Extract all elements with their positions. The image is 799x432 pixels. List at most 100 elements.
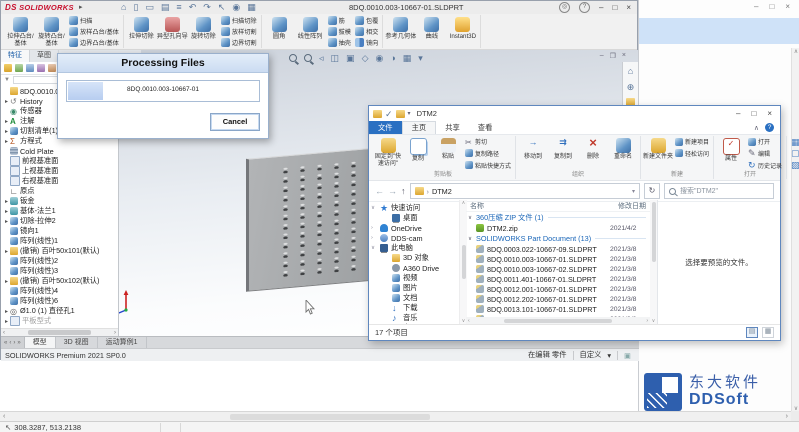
scroll-right-icon[interactable]: ›	[786, 413, 788, 420]
ribbon-button[interactable]: 固定到"快速访问"	[373, 136, 403, 171]
file-group-header[interactable]: ∨ 360压缩 ZIP 文件 (1)	[466, 212, 650, 223]
refresh-icon[interactable]: ↻	[644, 183, 660, 199]
nav-item[interactable]: › DDS-cam	[369, 233, 459, 243]
column-date[interactable]: 修改日期	[618, 201, 646, 211]
expand-arrow-icon[interactable]: ▸	[3, 318, 10, 325]
tag-icon[interactable]: ▣	[624, 351, 631, 360]
details-view-icon[interactable]: ▤	[746, 327, 758, 338]
ribbon-button[interactable]: 旋转切除	[188, 15, 219, 48]
close-icon[interactable]: ×	[767, 109, 772, 118]
ribbon-button[interactable]: 编辑	[746, 148, 784, 160]
address-caret-icon[interactable]: ▾	[632, 188, 635, 195]
ribbon-button[interactable]: 历史记录	[746, 159, 784, 171]
expand-arrow-icon[interactable]: ▸	[3, 198, 10, 205]
redo-icon[interactable]: ↷	[203, 2, 211, 12]
minimize-icon[interactable]: –	[599, 3, 603, 12]
tree-item[interactable]: Cold Plate	[1, 146, 118, 156]
expand-icon[interactable]: ∨	[371, 245, 377, 251]
tree-item[interactable]: ▸ (撤销) 百叶50x102(默认)	[1, 276, 118, 286]
expand-arrow-icon[interactable]: ▸	[3, 248, 10, 255]
tree-item[interactable]: ▸ 基体-法兰1	[1, 206, 118, 216]
file-row[interactable]: 8DQ.0010.003-10667-02.SLDPRT 2021/3/8	[466, 264, 650, 274]
tree-item[interactable]: 阵列(线性)1	[1, 236, 118, 246]
feature-manager-tab-icon[interactable]	[4, 64, 12, 72]
file-row[interactable]: 8DQ.0010.003-10667-01.SLDPRT 2021/3/8	[466, 254, 650, 264]
undo-icon[interactable]: ↶	[189, 2, 197, 12]
command-tab[interactable]: 草图	[30, 50, 59, 62]
column-name[interactable]: 名称	[470, 201, 484, 211]
new-document-icon[interactable]: ▯	[133, 2, 138, 12]
zoom-fit-icon[interactable]	[289, 54, 297, 62]
tree-item[interactable]: 原点	[1, 186, 118, 196]
file-row[interactable]: DTM2.zip 2021/4/2	[466, 223, 650, 233]
maximize-icon[interactable]: □	[751, 109, 756, 118]
tree-scrollbar-horizontal[interactable]: ‹ ›	[1, 328, 118, 336]
minimize-icon[interactable]: –	[736, 109, 740, 118]
rebuild-icon[interactable]: ◉	[232, 2, 240, 12]
tree-item[interactable]: 阵列(线性)6	[1, 296, 118, 306]
expand-arrow-icon[interactable]: ▸	[3, 128, 10, 135]
user-account-icon[interactable]: ◎	[559, 2, 570, 13]
ribbon-button[interactable]: 全部选择	[789, 136, 799, 148]
ribbon-button[interactable]: 筋	[326, 15, 353, 26]
nav-item[interactable]: › OneDrive	[369, 223, 459, 233]
ribbon-button[interactable]: 旋转凸台/基体	[36, 15, 67, 48]
tree-item[interactable]: ▸ 平板型式	[1, 316, 118, 326]
expand-icon[interactable]: ∨	[371, 205, 377, 211]
ribbon-button[interactable]: 复制路径	[463, 148, 513, 160]
qat-caret-icon[interactable]: ▾	[408, 110, 411, 117]
hide-show-icon[interactable]: ◉	[375, 53, 383, 63]
filter-icon[interactable]: ▼	[4, 77, 10, 83]
expand-arrow-icon[interactable]: ▸	[3, 138, 10, 145]
nav-item[interactable]: 视频	[369, 273, 459, 283]
ribbon-button[interactable]: 新建文件夹	[643, 136, 673, 171]
nav-item[interactable]: A360 Drive	[369, 263, 459, 273]
expand-arrow-icon[interactable]: ▸	[3, 218, 10, 225]
menu-tab[interactable]: 主页	[402, 121, 437, 134]
ribbon-button[interactable]: 新建项目	[673, 136, 711, 148]
print-icon[interactable]: ≡	[176, 2, 181, 12]
properties-check-icon[interactable]: ✓	[385, 109, 393, 119]
tree-item[interactable]: 前视基准面	[1, 156, 118, 166]
scroll-up-icon[interactable]: ∧	[794, 48, 798, 55]
ribbon-button[interactable]: 放样凸台/基体	[67, 26, 121, 37]
ribbon-button[interactable]: 相交	[353, 26, 380, 37]
breadcrumb[interactable]: › DTM2 ▾	[410, 183, 641, 199]
icons-view-icon[interactable]: ▦	[762, 327, 774, 338]
ribbon-button[interactable]: 反向选择	[789, 159, 799, 171]
file-row[interactable]: 8DQ.0011.401-10667-01.SLDPRT 2021/3/8	[466, 274, 650, 284]
tree-item[interactable]: ▸ Ø1.0 (1) 直径孔1	[1, 306, 118, 316]
maximize-icon[interactable]: □	[612, 3, 617, 12]
file-row[interactable]: 8DQ.0012.202-10667-01.SLDPRT 2021/3/8	[466, 294, 650, 304]
web-icon[interactable]: ⊕	[627, 82, 635, 92]
ribbon-button[interactable]: 曲线	[416, 15, 447, 48]
select-icon[interactable]: ↖	[218, 2, 226, 12]
ribbon-button[interactable]: 放样切割	[219, 26, 259, 37]
scroll-thumb[interactable]	[462, 245, 466, 279]
ribbon-button[interactable]: 删除	[578, 136, 608, 171]
expand-icon[interactable]: ›	[371, 235, 377, 241]
ribbon-button[interactable]: 线性阵列	[295, 15, 326, 48]
ribbon-button[interactable]: 扫描切除	[219, 15, 259, 26]
close-icon[interactable]: ×	[785, 2, 790, 11]
expand-icon[interactable]: ›	[371, 225, 377, 231]
ribbon-button[interactable]: 轻松访问	[673, 148, 711, 160]
collapse-ribbon-icon[interactable]: ∧	[754, 124, 759, 132]
forward-icon[interactable]: →	[388, 186, 397, 196]
viewer-scrollbar-horizontal[interactable]: ‹ ›	[0, 411, 791, 421]
explorer-icon[interactable]	[373, 110, 382, 118]
scroll-thumb[interactable]	[504, 319, 612, 323]
view-settings-caret-icon[interactable]: ▾	[418, 53, 423, 63]
zoom-area-icon[interactable]	[304, 54, 312, 62]
tree-item[interactable]: 阵列(线性)2	[1, 256, 118, 266]
scroll-thumb[interactable]	[28, 330, 90, 335]
help-icon[interactable]: ?	[579, 2, 590, 13]
custom-views[interactable]: 自定义	[580, 350, 602, 360]
home-icon[interactable]: ⌂	[628, 66, 633, 76]
ribbon-button[interactable]: 圆角	[264, 15, 295, 48]
nav-item[interactable]: 文档	[369, 293, 459, 303]
view-orientation-icon[interactable]: ▣	[346, 53, 355, 63]
file-row[interactable]: 8DQ.0003.022-10667-09.SLDPRT 2021/3/8	[466, 244, 650, 254]
expand-arrow-icon[interactable]: ▸	[3, 98, 10, 105]
expand-arrow-icon[interactable]: ▸	[3, 208, 10, 215]
